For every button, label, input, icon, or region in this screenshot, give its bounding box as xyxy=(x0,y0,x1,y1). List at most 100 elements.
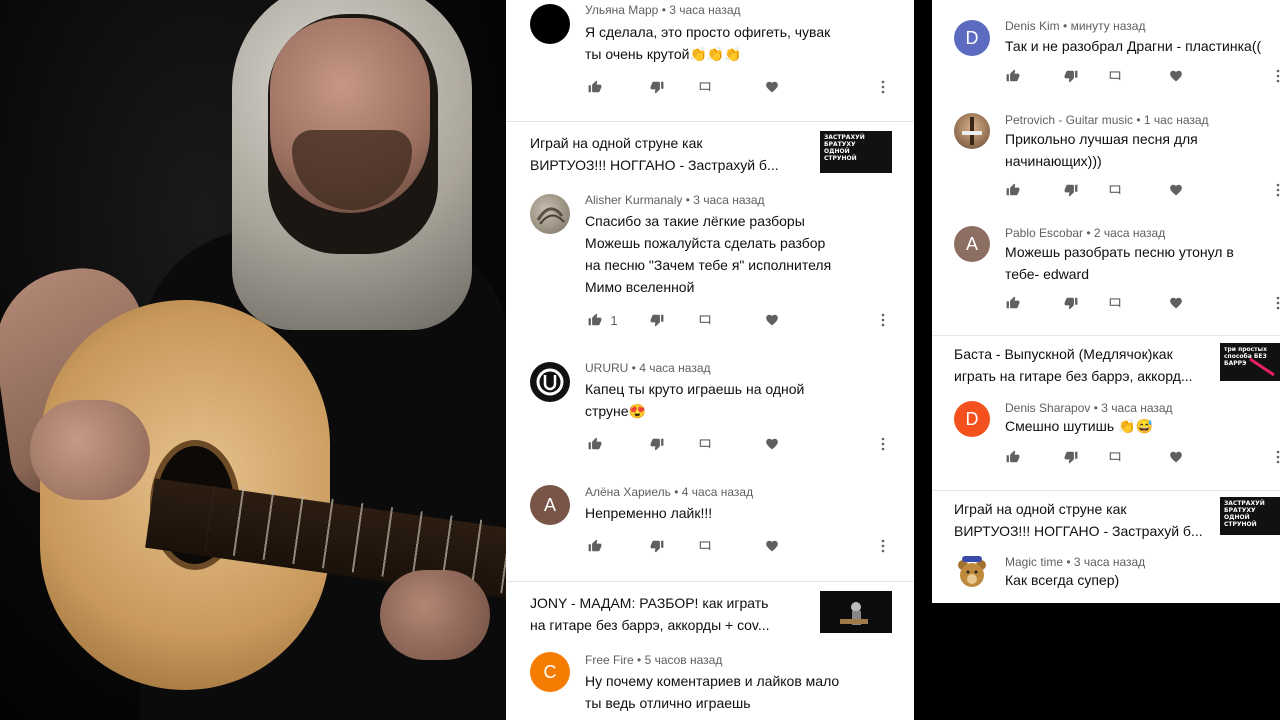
comment-text-line: Можешь разобрать песню утонул в xyxy=(1005,244,1234,260)
avatar[interactable]: C xyxy=(530,652,570,692)
comment-author[interactable]: Free Fire xyxy=(585,653,634,667)
comment-item: C Free Fire • 5 часов назад Ну почему ко… xyxy=(506,650,914,720)
comment-author[interactable]: Алёна Хариель xyxy=(585,485,671,499)
comment-author[interactable]: Denis Sharapov xyxy=(1005,401,1090,415)
reply-button[interactable] xyxy=(695,536,715,556)
comment-text-line: Прикольно лучшая песня для xyxy=(1005,131,1198,147)
dislike-button[interactable] xyxy=(647,536,667,556)
heart-button[interactable] xyxy=(1168,447,1184,467)
more-vert-icon xyxy=(881,437,885,451)
more-actions-button[interactable] xyxy=(875,536,891,556)
like-button[interactable] xyxy=(585,536,605,556)
like-button[interactable] xyxy=(1005,66,1021,86)
like-button[interactable] xyxy=(1005,447,1021,467)
heart-button[interactable] xyxy=(762,434,782,454)
comment-actions xyxy=(1005,180,1280,200)
more-vert-icon xyxy=(1276,183,1280,197)
meta-separator: • xyxy=(658,3,670,17)
avatar[interactable]: A xyxy=(530,485,570,525)
related-video-title[interactable]: Баста - Выпускной (Медлячок)как играть н… xyxy=(954,343,1214,387)
heart-button[interactable] xyxy=(762,536,782,556)
heart-icon xyxy=(1170,70,1182,82)
comment-author[interactable]: Pablo Escobar xyxy=(1005,226,1083,240)
comments-panel-right: D Denis Kim • минуту назад Так и не разо… xyxy=(932,0,1280,603)
heart-button[interactable] xyxy=(1168,180,1184,200)
dislike-button[interactable] xyxy=(647,434,667,454)
meta-separator: • xyxy=(1090,401,1102,415)
reply-button[interactable] xyxy=(1107,447,1123,467)
thumbs-down-icon xyxy=(650,314,664,327)
avatar[interactable] xyxy=(954,113,990,149)
heart-button[interactable] xyxy=(762,310,782,330)
heart-button[interactable] xyxy=(762,77,782,97)
video-title-line: играть на гитаре без баррэ, аккорд... xyxy=(954,368,1193,384)
like-button[interactable] xyxy=(1005,293,1021,313)
like-button[interactable] xyxy=(585,77,605,97)
comment-item: Petrovich - Guitar music • 1 час назад П… xyxy=(932,110,1280,220)
comment-text-line: на песню "Зачем тебе я" исполнителя xyxy=(585,257,832,273)
avatar[interactable]: D xyxy=(954,20,990,56)
heart-icon xyxy=(766,540,778,552)
comment-author[interactable]: Alisher Kurmanaly xyxy=(585,193,682,207)
avatar[interactable] xyxy=(530,362,570,402)
dislike-button[interactable] xyxy=(647,310,667,330)
avatar[interactable] xyxy=(530,194,570,234)
comment-text: Смешно шутишь 👏😅 xyxy=(1005,415,1153,437)
reply-button[interactable] xyxy=(695,77,715,97)
video-thumbnail[interactable]: три простых способа БЕЗ БАРРЭ xyxy=(1220,343,1280,381)
heart-icon xyxy=(1170,297,1182,309)
reply-button[interactable] xyxy=(1107,293,1123,313)
related-video-title[interactable]: Играй на одной струне как ВИРТУОЗ!!! НОГ… xyxy=(530,132,810,176)
dislike-button[interactable] xyxy=(1063,180,1079,200)
thumbs-up-icon xyxy=(1006,450,1020,463)
avatar[interactable]: A xyxy=(954,226,990,262)
comment-time: 3 часа назад xyxy=(693,193,765,207)
dislike-button[interactable] xyxy=(1063,447,1079,467)
comment-icon xyxy=(1109,185,1121,195)
dislike-button[interactable] xyxy=(1063,66,1079,86)
comment-actions xyxy=(1005,447,1280,467)
comment-author[interactable]: URURU xyxy=(585,361,628,375)
more-actions-button[interactable] xyxy=(1273,180,1280,200)
thumbs-up-icon xyxy=(588,80,602,93)
video-thumbnail[interactable]: ЗАСТРАХУЙ БРАТУХУ ОДНОЙ СТРУНОЙ xyxy=(1220,497,1280,535)
avatar[interactable] xyxy=(530,4,570,44)
related-video-title[interactable]: Играй на одной струне как ВИРТУОЗ!!! НОГ… xyxy=(954,498,1214,542)
heart-button[interactable] xyxy=(1168,66,1184,86)
like-button[interactable] xyxy=(1005,180,1021,200)
reply-button[interactable] xyxy=(695,310,715,330)
avatar[interactable]: D xyxy=(954,401,990,437)
dislike-button[interactable] xyxy=(1063,293,1079,313)
reply-button[interactable] xyxy=(1107,66,1123,86)
reply-button[interactable] xyxy=(1107,180,1123,200)
comment-author[interactable]: Denis Kim xyxy=(1005,19,1060,33)
video-thumbnail[interactable]: ЗАСТРАХУЙ БРАТУХУ ОДНОЙ СТРУНОЙ xyxy=(820,131,892,173)
comment-text-line: начинающих))) xyxy=(1005,153,1102,169)
video-frame[interactable] xyxy=(0,0,506,720)
more-actions-button[interactable] xyxy=(875,434,891,454)
video-thumbnail[interactable] xyxy=(820,591,892,633)
more-actions-button[interactable] xyxy=(875,310,891,330)
more-vert-icon xyxy=(881,539,885,553)
more-actions-button[interactable] xyxy=(1273,447,1280,467)
dislike-button[interactable] xyxy=(647,77,667,97)
like-button[interactable] xyxy=(585,434,605,454)
comment-author[interactable]: Magic time xyxy=(1005,555,1063,569)
comment-author[interactable]: Ульяна Марр xyxy=(585,3,658,17)
comment-time: 5 часов назад xyxy=(644,653,723,667)
comment-item: A Pablo Escobar • 2 часа назад Можешь ра… xyxy=(932,223,1280,333)
comment-icon xyxy=(699,439,711,449)
more-vert-icon xyxy=(881,313,885,327)
avatar[interactable] xyxy=(954,554,990,590)
more-actions-button[interactable] xyxy=(1273,66,1280,86)
comment-author[interactable]: Petrovich - Guitar music xyxy=(1005,113,1133,127)
reply-button[interactable] xyxy=(695,434,715,454)
like-button[interactable] xyxy=(585,310,605,330)
more-actions-button[interactable] xyxy=(875,77,891,97)
more-actions-button[interactable] xyxy=(1273,293,1280,313)
thumbs-up-icon xyxy=(588,539,602,552)
comment-text-line: Смешно шутишь 👏😅 xyxy=(1005,418,1153,434)
heart-button[interactable] xyxy=(1168,293,1184,313)
comment-meta: Petrovich - Guitar music • 1 час назад xyxy=(1005,113,1209,127)
related-video-title[interactable]: JONY - МАДАМ: РАЗБОР! как играть на гита… xyxy=(530,592,810,636)
